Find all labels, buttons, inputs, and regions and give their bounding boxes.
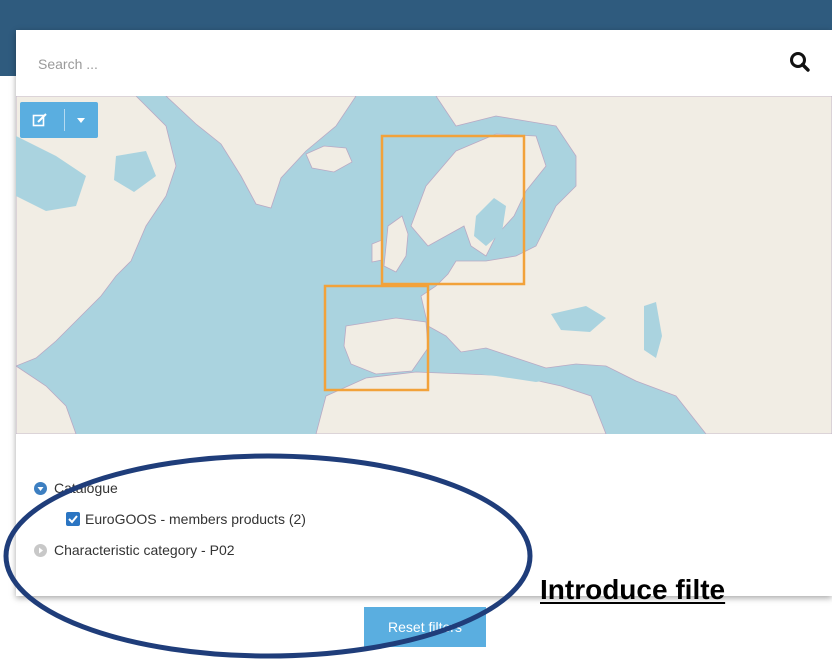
search-bar <box>16 30 832 96</box>
annotation-text: Introduce filte <box>540 574 726 605</box>
caret-down-icon[interactable] <box>75 112 87 133</box>
map-view[interactable] <box>16 96 832 434</box>
draw-tool-button[interactable] <box>20 102 98 138</box>
search-icon[interactable] <box>786 48 816 78</box>
search-input[interactable] <box>36 48 780 80</box>
button-divider <box>64 109 65 131</box>
highlight-ellipse <box>3 453 533 659</box>
pencil-square-icon <box>32 112 48 133</box>
